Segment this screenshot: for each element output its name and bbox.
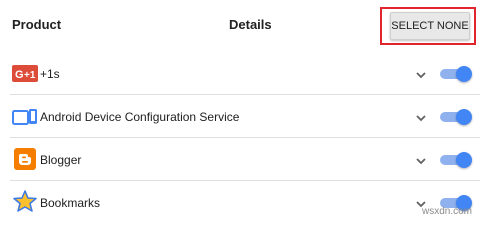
watermark: wsxdn.com: [421, 206, 472, 217]
column-header-product: Product: [12, 17, 62, 32]
android-device-icon: [12, 109, 37, 125]
product-row-blogger: Blogger: [0, 138, 480, 181]
product-label: Blogger: [40, 153, 82, 167]
product-row-android-device-config: Android Device Configuration Service: [0, 95, 480, 138]
svg-text:G: G: [15, 69, 24, 81]
product-row-bookmarks: Bookmarks: [0, 181, 480, 220]
chevron-down-icon[interactable]: [414, 156, 428, 166]
product-toggle[interactable]: [440, 152, 472, 168]
blogger-icon: [14, 148, 36, 170]
select-none-button[interactable]: SELECT NONE: [390, 12, 470, 40]
google-plus-icon: G +1: [12, 65, 38, 82]
bookmarks-star-icon: [13, 190, 37, 212]
column-header-details: Details: [229, 17, 272, 32]
toggle-knob: [456, 152, 472, 168]
toggle-knob: [456, 66, 472, 82]
svg-text:+1: +1: [24, 70, 36, 81]
chevron-down-icon[interactable]: [414, 113, 428, 123]
product-label: Bookmarks: [40, 196, 101, 210]
list-header: Product Details SELECT NONE: [0, 0, 480, 50]
product-toggle[interactable]: [440, 66, 472, 82]
takeout-product-list: Product Details SELECT NONE G +1 +1s And…: [0, 0, 480, 220]
product-row-plus1s: G +1 +1s: [0, 52, 480, 95]
toggle-knob: [456, 109, 472, 125]
chevron-down-icon[interactable]: [414, 70, 428, 80]
product-toggle[interactable]: [440, 109, 472, 125]
product-label: Android Device Configuration Service: [40, 110, 240, 124]
product-label: +1s: [40, 67, 60, 81]
